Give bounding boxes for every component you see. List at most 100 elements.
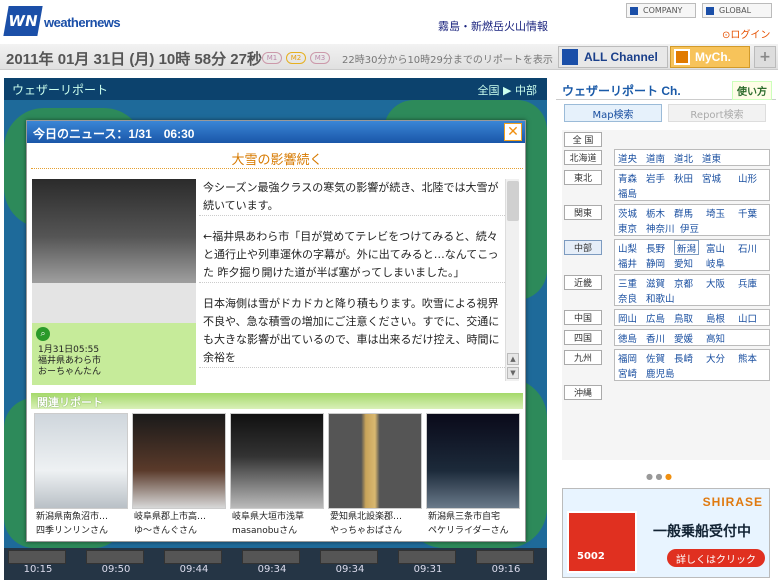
- pref-link[interactable]: 千葉: [738, 205, 757, 220]
- pref-link[interactable]: 岡山: [618, 310, 637, 325]
- weathernews-logo[interactable]: WN: [3, 6, 43, 36]
- region-kinki-button[interactable]: 近畿: [564, 275, 602, 290]
- time-slot-m1[interactable]: M1: [262, 52, 282, 64]
- shirase-banner-ad[interactable]: SHIRASE 5002 一般乗船受付中 詳しくはクリック: [562, 488, 770, 578]
- pref-link[interactable]: 伊豆: [680, 220, 699, 235]
- region-hokkaido-button[interactable]: 北海道: [564, 150, 602, 165]
- pref-link[interactable]: 佐賀: [646, 350, 665, 365]
- pref-link[interactable]: 宮崎: [618, 365, 637, 380]
- volcano-info-link[interactable]: 霧島・新燃岳火山情報: [438, 18, 548, 34]
- article-scrollbar[interactable]: ▲ ▼: [505, 179, 519, 381]
- related-report[interactable]: 岐阜県郡上市高… ゆ～きんぐさん: [131, 413, 227, 541]
- pref-link[interactable]: 山梨: [618, 240, 637, 255]
- pref-link[interactable]: 熊本: [738, 350, 757, 365]
- timeline-thumb[interactable]: [164, 550, 222, 564]
- pref-link[interactable]: 埼玉: [706, 205, 725, 220]
- pref-link[interactable]: 鳥取: [674, 310, 693, 325]
- pref-link[interactable]: 道央: [618, 150, 637, 165]
- scrollbar-thumb[interactable]: [507, 181, 519, 221]
- pref-link[interactable]: 大分: [706, 350, 725, 365]
- pref-link[interactable]: 長野: [646, 240, 665, 255]
- global-link[interactable]: GLOBAL: [702, 3, 772, 18]
- pref-link[interactable]: 道北: [674, 150, 693, 165]
- region-tohoku-button[interactable]: 東北: [564, 170, 602, 185]
- tab-map-search[interactable]: Map検索: [564, 104, 662, 122]
- all-channel-button[interactable]: ALL Channel: [558, 46, 668, 68]
- pref-link[interactable]: 青森: [618, 170, 637, 185]
- pref-link[interactable]: 滋賀: [646, 275, 665, 290]
- add-channel-button[interactable]: +: [754, 46, 776, 68]
- related-report[interactable]: 岐阜県大垣市浅草 masanobuさん: [229, 413, 325, 541]
- time-slot-m3[interactable]: M3: [310, 52, 330, 64]
- pref-link[interactable]: 石川: [738, 240, 757, 255]
- pref-link[interactable]: 山形: [738, 170, 757, 185]
- zoom-icon[interactable]: ⌕: [36, 327, 50, 341]
- pref-link[interactable]: 道東: [702, 150, 721, 165]
- news-photo[interactable]: [32, 179, 196, 323]
- timeline-thumb[interactable]: [242, 550, 300, 564]
- region-kanto-button[interactable]: 関東: [564, 205, 602, 220]
- pref-link-selected[interactable]: 新潟: [674, 240, 700, 255]
- timeline-thumb[interactable]: [398, 550, 456, 564]
- photo-place: 福井県あわら市: [38, 356, 102, 366]
- pref-link[interactable]: 静岡: [646, 255, 665, 270]
- scroll-up-icon[interactable]: ▲: [507, 353, 519, 365]
- timeline-thumb[interactable]: [86, 550, 144, 564]
- ad-details-button[interactable]: 詳しくはクリック: [667, 549, 765, 567]
- pref-link[interactable]: 山口: [738, 310, 757, 325]
- region-all-button[interactable]: 全 国: [564, 132, 602, 147]
- map-breadcrumb[interactable]: 全国 ▶ 中部: [478, 82, 537, 98]
- region-chubu-button[interactable]: 中部: [564, 240, 602, 255]
- pref-link[interactable]: 愛媛: [674, 330, 693, 345]
- region-kyushu-button[interactable]: 九州: [564, 350, 602, 365]
- pref-link[interactable]: 京都: [674, 275, 693, 290]
- pref-link[interactable]: 兵庫: [738, 275, 757, 290]
- pref-link[interactable]: 茨城: [618, 205, 637, 220]
- photo-user[interactable]: おーちゃんたん: [38, 367, 190, 378]
- pref-link[interactable]: 島根: [706, 310, 725, 325]
- weathernews-logotype[interactable]: weathernews: [44, 15, 121, 30]
- pref-link[interactable]: 香川: [646, 330, 665, 345]
- region-okinawa-button[interactable]: 沖縄: [564, 385, 602, 400]
- related-report[interactable]: 新潟県三条市自宅 ペケリライダーさん: [425, 413, 521, 541]
- pref-link[interactable]: 徳島: [618, 330, 637, 345]
- pref-link[interactable]: 高知: [706, 330, 725, 345]
- how-to-use-button[interactable]: 使い方: [732, 81, 772, 100]
- pref-link[interactable]: 和歌山: [646, 290, 675, 305]
- tab-report-search[interactable]: Report検索: [668, 104, 766, 122]
- pref-link[interactable]: 東京: [618, 220, 637, 235]
- pref-link[interactable]: 神奈川: [646, 220, 675, 235]
- region-shikoku-button[interactable]: 四国: [564, 330, 602, 345]
- pref-link[interactable]: 三重: [618, 275, 637, 290]
- pref-link[interactable]: 富山: [706, 240, 725, 255]
- close-button[interactable]: ✕: [504, 123, 522, 141]
- timeline-thumb[interactable]: [8, 550, 66, 564]
- pager-dots[interactable]: ● ● ●: [646, 472, 672, 481]
- company-link[interactable]: COMPANY: [626, 3, 696, 18]
- pref-link[interactable]: 福井: [618, 255, 637, 270]
- pref-link[interactable]: 福島: [618, 185, 637, 200]
- timeline-thumb[interactable]: [476, 550, 534, 564]
- time-slot-m2[interactable]: M2: [286, 52, 306, 64]
- pref-link[interactable]: 岩手: [646, 170, 665, 185]
- pref-link[interactable]: 長崎: [674, 350, 693, 365]
- pref-link[interactable]: 愛知: [674, 255, 693, 270]
- pref-link[interactable]: 群馬: [674, 205, 693, 220]
- pref-link[interactable]: 道南: [646, 150, 665, 165]
- region-chugoku-button[interactable]: 中国: [564, 310, 602, 325]
- related-report[interactable]: 愛知県北設楽郡… やっちゃおばさん: [327, 413, 423, 541]
- pref-link[interactable]: 宮城: [702, 170, 721, 185]
- pref-link[interactable]: 岐阜: [706, 255, 725, 270]
- my-channel-button[interactable]: MyCh.: [670, 46, 750, 68]
- pref-link[interactable]: 大阪: [706, 275, 725, 290]
- related-report[interactable]: 新潟県南魚沼市… 四季リンリンさん: [33, 413, 129, 541]
- pref-link[interactable]: 秋田: [674, 170, 693, 185]
- timeline-thumb[interactable]: [320, 550, 378, 564]
- pref-link[interactable]: 福岡: [618, 350, 637, 365]
- pref-link[interactable]: 鹿児島: [646, 365, 675, 380]
- pref-link[interactable]: 栃木: [646, 205, 665, 220]
- pref-link[interactable]: 奈良: [618, 290, 637, 305]
- scroll-down-icon[interactable]: ▼: [507, 367, 519, 379]
- pref-link[interactable]: 広島: [646, 310, 665, 325]
- login-link[interactable]: ⊙ログイン: [722, 26, 770, 41]
